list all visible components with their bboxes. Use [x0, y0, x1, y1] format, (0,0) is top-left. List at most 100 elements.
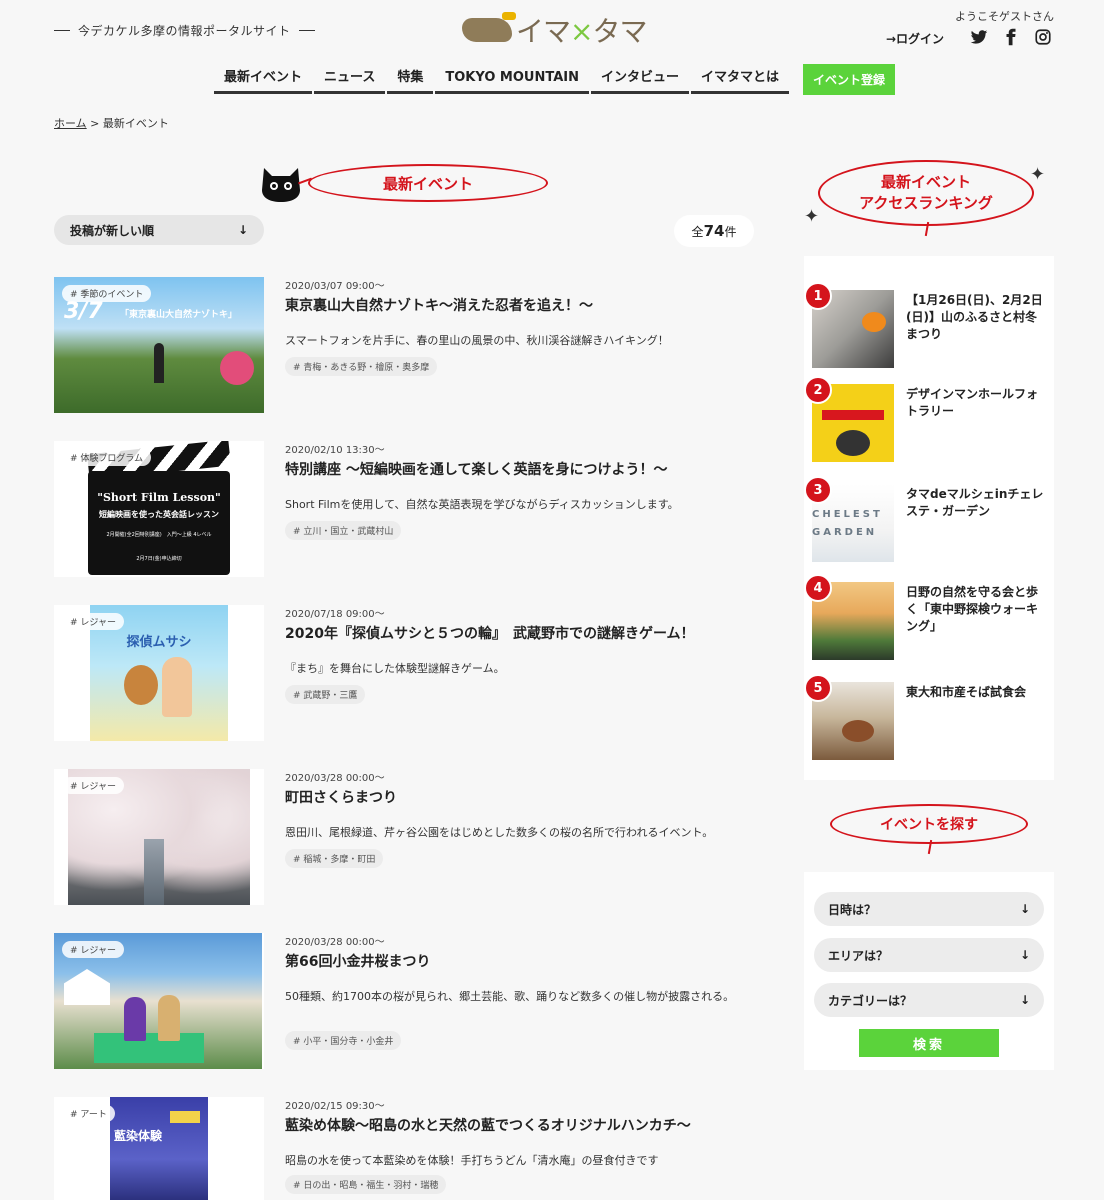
sparkle-icon: ✦ — [804, 206, 820, 227]
rank-number: 2 — [804, 376, 832, 404]
event-description: Short Filmを使用して、自然な英語表現を学びながらディスカッションします… — [285, 498, 679, 511]
breadcrumb-home[interactable]: ホーム — [54, 117, 87, 130]
ranking-item[interactable]: 2 デザインマンホールフォトラリー — [804, 376, 1046, 462]
event-title[interactable]: 藍染め体験〜昭島の水と天然の藍でつくるオリジナルハンカチ〜 — [285, 1115, 765, 1135]
ranking-item[interactable]: CHELEST GARDEN 3 タマdeマルシェinチェレステ・ガーデン — [804, 476, 1046, 562]
thumb-title-text: "Short Film Lesson" — [97, 491, 221, 504]
event-date: 2020/03/28 00:00〜 — [285, 937, 385, 948]
area-select-label: エリアは？ — [828, 948, 889, 963]
login-link[interactable]: →ログイン — [886, 30, 944, 47]
river-shape — [144, 839, 164, 905]
ranking-item[interactable]: 5 東大和市産そば試食会 — [804, 674, 1046, 760]
rank-number: 4 — [804, 574, 832, 602]
category-tag: # アート — [62, 1105, 115, 1122]
ranking-title-text[interactable]: デザインマンホールフォトラリー — [906, 386, 1046, 420]
event-title[interactable]: 東京裏山大自然ナゾトキ〜消えた忍者を追え！〜 — [285, 295, 765, 315]
thumb-subtitle-text: 短編映画を使った英会話レッスン — [99, 510, 219, 519]
event-description: スマートフォンを片手に、春の里山の風景の中、秋川渓谷謎解きハイキング！ — [285, 334, 669, 347]
event-item[interactable]: # レジャー 2020/03/28 00:00〜 町田さくらまつり 恩田川、尾根… — [54, 769, 774, 905]
event-item[interactable]: 探偵ムサシ # レジャー 2020/07/18 09:00〜 2020年『探偵ム… — [54, 605, 774, 741]
sparkle-icon: ✦ — [1030, 164, 1046, 185]
nav-interview[interactable]: インタビュー — [590, 65, 689, 94]
ranking-item[interactable]: 1 【1月26日(日)、2月2日(日)】山のふるさと村冬まつり — [804, 282, 1046, 368]
welcome-message: ようこそゲストさん — [955, 10, 1054, 23]
tagline-text: 今デカケル多摩の情報ポータルサイト — [78, 24, 291, 38]
ranking-list: 1 【1月26日(日)、2月2日(日)】山のふるさと村冬まつり 2 デザインマン… — [804, 256, 1054, 780]
event-date: 2020/02/15 09:30〜 — [285, 1101, 385, 1112]
ranking-title-text[interactable]: タマdeマルシェinチェレステ・ガーデン — [906, 486, 1046, 520]
ranking-title-text[interactable]: 【1月26日(日)、2月2日(日)】山のふるさと村冬まつり — [906, 292, 1046, 343]
event-thumbnail[interactable]: 3/7 「東京裏山大自然ナゾトキ」 # 季節のイベント — [54, 277, 264, 413]
logo-text: イマ×タマ — [516, 15, 648, 48]
area-tag[interactable]: # 小平・国分寺・小金井 — [285, 1031, 402, 1050]
area-tag[interactable]: # 稲城・多摩・町田 — [285, 849, 384, 868]
badge-circle — [220, 351, 254, 385]
event-thumbnail[interactable]: 藍染体験 # アート — [54, 1097, 264, 1200]
event-title[interactable]: 特別講座 〜短編映画を通して楽しく英語を身につけよう！〜 — [285, 459, 765, 479]
event-item[interactable]: # レジャー 2020/03/28 00:00〜 第66回小金井桜まつり 50種… — [54, 933, 774, 1069]
nav-news[interactable]: ニュース — [314, 65, 386, 94]
area-tag[interactable]: # 立川・国立・武蔵村山 — [285, 521, 402, 540]
event-title[interactable]: 第66回小金井桜まつり — [285, 951, 765, 971]
category-select[interactable]: カテゴリーは？ ↓ — [814, 983, 1044, 1017]
food-bowl — [842, 720, 874, 742]
nav-latest-events[interactable]: 最新イベント — [214, 65, 313, 94]
event-description: 『まち』を舞台にした体験型謎解きゲーム。 — [285, 662, 505, 675]
cat-mascot-icon — [262, 168, 300, 202]
rank-number: 3 — [804, 476, 832, 504]
event-thumbnail[interactable]: 探偵ムサシ # レジャー — [54, 605, 264, 741]
thumb-title-text: 藍染体験 — [114, 1129, 163, 1143]
tama-map-icon — [462, 12, 516, 42]
area-tag[interactable]: # 武蔵野・三鷹 — [285, 685, 366, 704]
poster-banner — [822, 410, 884, 420]
event-item[interactable]: "Short Film Lesson" 短編映画を使った英会話レッスン 2月開催… — [54, 441, 774, 577]
area-tag[interactable]: # 日の出・昭島・福生・羽村・瑞穂 — [285, 1175, 447, 1194]
nav-about[interactable]: イマタマとは — [691, 65, 790, 94]
search-button[interactable]: 検索 — [859, 1029, 999, 1057]
area-tag[interactable]: # 青梅・あきる野・檜原・奥多摩 — [285, 357, 438, 376]
thumb-title-text: 「東京裏山大自然ナゾトキ」 — [120, 310, 238, 320]
dancer-figure — [158, 995, 180, 1041]
event-description: 50種類、約1700本の桜が見られ、郷土芸能、歌、踊りなど数多くの催し物が披露さ… — [285, 990, 735, 1003]
event-date: 2020/03/07 09:00〜 — [285, 281, 385, 292]
mascot-figure — [124, 665, 158, 705]
arrow-down-icon: ↓ — [1019, 948, 1030, 962]
site-logo[interactable]: イマ×タマ — [462, 12, 648, 48]
event-title[interactable]: 町田さくらまつり — [285, 787, 765, 807]
ranking-title-text[interactable]: 日野の自然を守る会と歩く「東中野探検ウォーキング」 — [906, 584, 1046, 635]
ranking-item[interactable]: 4 日野の自然を守る会と歩く「東中野探検ウォーキング」 — [804, 574, 1046, 660]
event-description: 昭島の水を使って本藍染めを体験！手打ちうどん「清水庵」の昼食付きです — [285, 1154, 659, 1167]
event-title[interactable]: 2020年『探偵ムサシと５つの輪』 武蔵野市での謎解きゲーム！ — [285, 623, 765, 643]
event-thumbnail[interactable]: # レジャー — [54, 769, 264, 905]
twitter-icon[interactable] — [970, 28, 988, 46]
tagline-dash-left — [54, 30, 70, 31]
green-stage — [94, 1033, 204, 1063]
facebook-icon[interactable] — [1002, 28, 1020, 46]
silhouette-figure — [154, 343, 164, 383]
event-item[interactable]: 藍染体験 # アート 2020/02/15 09:30〜 藍染め体験〜昭島の水と… — [54, 1097, 774, 1200]
ranking-title-text[interactable]: 東大和市産そば試食会 — [906, 684, 1046, 701]
site-tagline: 今デカケル多摩の情報ポータルサイト — [54, 22, 315, 39]
event-date: 2020/07/18 09:00〜 — [285, 609, 385, 620]
event-date: 2020/02/10 13:30〜 — [285, 445, 385, 456]
thumb-logo-text: CHELEST GARDEN — [812, 509, 883, 538]
event-date: 2020/03/28 00:00〜 — [285, 773, 385, 784]
instagram-icon[interactable] — [1034, 28, 1052, 46]
thumb-info-text: 2月開催(全2回特別講座) 入門〜上級 4レベル — [106, 532, 212, 538]
arrow-down-icon: ↓ — [237, 223, 248, 237]
nav-tokyo-mountain[interactable]: TOKYO MOUNTAIN — [435, 65, 589, 94]
event-thumbnail[interactable]: # レジャー — [54, 933, 264, 1069]
result-count: 全 74 件 — [674, 215, 754, 247]
main-nav: 最新イベント ニュース 特集 TOKYO MOUNTAIN インタビュー イマタ… — [214, 64, 896, 95]
nav-features[interactable]: 特集 — [387, 65, 434, 94]
sort-select[interactable]: 投稿が新しい順 ↓ — [54, 215, 264, 245]
category-tag: # レジャー — [62, 777, 124, 794]
area-select[interactable]: エリアは？ ↓ — [814, 938, 1044, 972]
register-event-button[interactable]: イベント登録 — [803, 64, 896, 95]
event-thumbnail[interactable]: "Short Film Lesson" 短編映画を使った英会話レッスン 2月開催… — [54, 441, 264, 577]
thumb-date-text: 3/7 — [64, 299, 103, 324]
event-description: 恩田川、尾根緑道、芹ヶ谷公園をはじめとした数多くの桜の名所で行われるイベント。 — [285, 826, 714, 839]
event-item[interactable]: 3/7 「東京裏山大自然ナゾトキ」 # 季節のイベント 2020/03/07 0… — [54, 277, 774, 413]
search-title: イベントを探す — [830, 804, 1028, 844]
date-select[interactable]: 日時は？ ↓ — [814, 892, 1044, 926]
